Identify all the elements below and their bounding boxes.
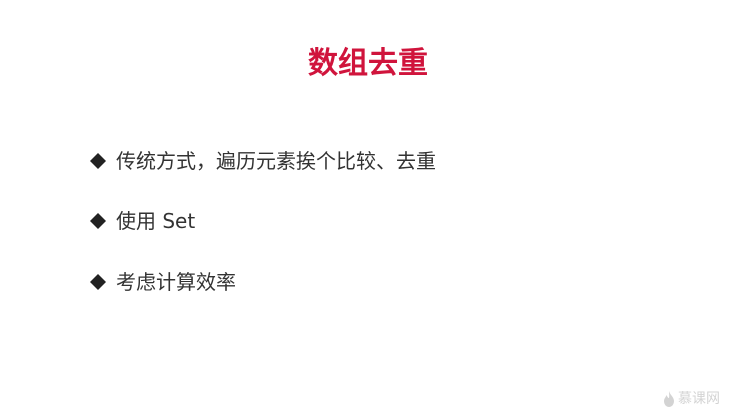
- diamond-bullet-icon: [90, 153, 106, 169]
- bullet-text: 使用 Set: [116, 209, 196, 233]
- watermark-text: 慕课网: [678, 391, 720, 407]
- diamond-bullet-icon: [90, 274, 106, 290]
- bullet-text: 传统方式，遍历元素挨个比较、去重: [116, 149, 436, 173]
- diamond-bullet-icon: [90, 213, 106, 229]
- flame-logo-icon: [663, 391, 675, 407]
- bullet-item-2: 使用 Set: [90, 205, 195, 237]
- bullet-item-1: 传统方式，遍历元素挨个比较、去重: [90, 145, 436, 177]
- bullet-text: 考虑计算效率: [116, 270, 236, 294]
- slide-title: 数组去重: [308, 46, 428, 81]
- bullet-item-3: 考虑计算效率: [90, 266, 236, 298]
- watermark-logo: 慕课网: [663, 390, 720, 408]
